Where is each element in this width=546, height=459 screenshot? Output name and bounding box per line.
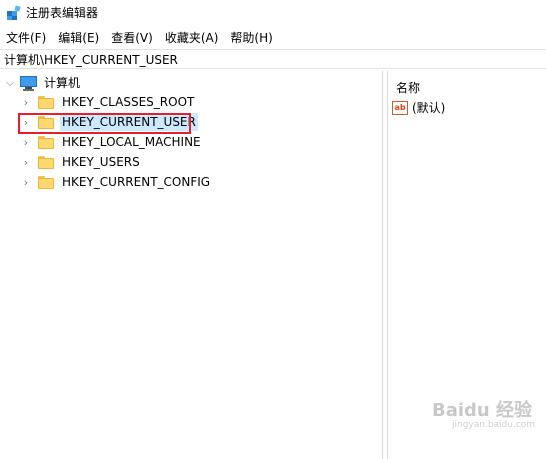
- watermark-url: jingyan.baidu.com: [452, 420, 536, 430]
- chevron-right-icon[interactable]: ›: [20, 176, 32, 189]
- value-name: (默认): [412, 101, 446, 115]
- folder-icon: [38, 155, 54, 169]
- string-value-icon: ab: [392, 100, 408, 115]
- chevron-right-icon[interactable]: ›: [20, 96, 32, 109]
- highlight-box: [18, 113, 191, 134]
- address-path[interactable]: 计算机\HKEY_CURRENT_USER: [4, 51, 178, 68]
- menu-help[interactable]: 帮助(H): [224, 29, 278, 47]
- tree-node-label: HKEY_USERS: [62, 155, 140, 169]
- computer-icon: [20, 75, 37, 91]
- menu-view[interactable]: 查看(V): [105, 29, 159, 47]
- tree-node-hkcc[interactable]: › HKEY_CURRENT_CONFIG: [20, 172, 212, 192]
- menu-favorites[interactable]: 收藏夹(A): [159, 29, 225, 47]
- menu-edit[interactable]: 编辑(E): [52, 29, 105, 47]
- folder-icon: [38, 95, 54, 109]
- tree-node-label: HKEY_LOCAL_MACHINE: [62, 135, 201, 149]
- column-header-name[interactable]: 名称: [396, 79, 420, 96]
- watermark-logo: Baidu 经验: [432, 400, 533, 421]
- tree-node-computer[interactable]: ⌵ 计算机: [4, 73, 82, 93]
- menu-file[interactable]: 文件(F): [0, 29, 52, 47]
- value-row[interactable]: ab (默认): [392, 99, 445, 116]
- tree-node-hklm[interactable]: › HKEY_LOCAL_MACHINE: [20, 132, 203, 152]
- tree-node-label: HKEY_CURRENT_CONFIG: [62, 175, 211, 189]
- tree-node-hkcr[interactable]: › HKEY_CLASSES_ROOT: [20, 92, 196, 112]
- folder-icon: [38, 135, 54, 149]
- folder-icon: [38, 175, 54, 189]
- tree-node-hku[interactable]: › HKEY_USERS: [20, 152, 142, 172]
- chevron-down-icon[interactable]: ⌵: [4, 76, 16, 89]
- chevron-right-icon[interactable]: ›: [20, 156, 32, 169]
- window-title: 注册表编辑器: [26, 6, 99, 20]
- registry-editor-icon: [7, 5, 21, 20]
- menu-bar: 文件(F) 编辑(E) 查看(V) 收藏夹(A) 帮助(H): [0, 28, 546, 48]
- address-bar[interactable]: 计算机\HKEY_CURRENT_USER: [0, 49, 546, 69]
- tree-node-label: 计算机: [44, 76, 81, 90]
- title-bar: 注册表编辑器: [0, 0, 546, 26]
- chevron-right-icon[interactable]: ›: [20, 136, 32, 149]
- tree-node-label: HKEY_CLASSES_ROOT: [62, 95, 195, 109]
